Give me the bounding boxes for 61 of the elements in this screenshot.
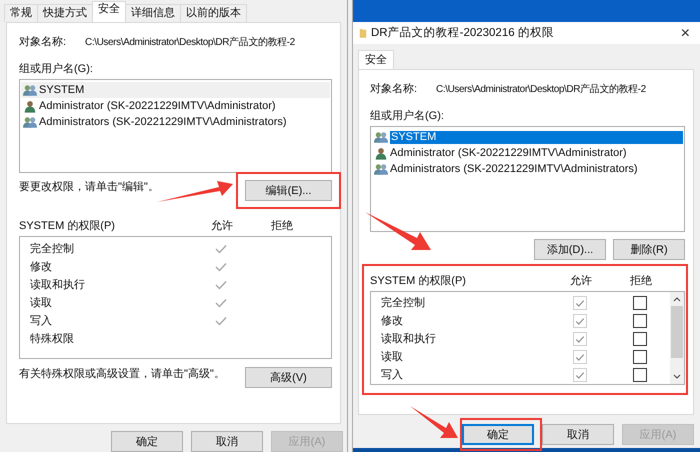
tab[interactable]: 以前的版本 <box>180 4 247 22</box>
window-title: DR产品文的教程-20230216 的权限 <box>371 26 555 40</box>
deny-checkbox[interactable] <box>633 296 647 310</box>
object-name-label: 对象名称: <box>370 83 418 96</box>
user-group-icon <box>23 116 37 128</box>
dialog-button[interactable]: 取消 <box>542 424 614 445</box>
remove-button[interactable]: 删除(R) <box>613 239 685 260</box>
dialog-button[interactable]: 取消 <box>191 431 263 452</box>
permission-name: 特殊权限 <box>30 332 75 346</box>
principal-item[interactable]: Administrators (SK-20221229IMTV\Administrators) <box>372 161 683 177</box>
permission-name: 读取和执行 <box>30 278 86 292</box>
permission-name: 修改 <box>30 260 53 274</box>
permission-name: 修改 <box>381 314 404 328</box>
object-name-label: 对象名称: <box>19 36 68 49</box>
advanced-hint: 有关特殊权限或高级设置，请单击"高级"。 <box>19 368 225 381</box>
permission-name: 完全控制 <box>30 242 75 256</box>
permission-name: 写入 <box>381 368 404 382</box>
edit-hint: 要更改权限，请单击"编辑"。 <box>19 181 159 194</box>
groups-label: 组或用户名(G): <box>370 110 445 123</box>
permission-name: 写入 <box>30 314 53 328</box>
object-path: C:\Users\Administrator\Desktop\DR产品文的教程-2 <box>436 83 646 96</box>
folder-icon <box>359 27 367 39</box>
object-path: C:\Users\Administrator\Desktop\DR产品文的教程-2 <box>85 36 295 49</box>
deny-checkbox[interactable] <box>633 314 647 328</box>
deny-header: 拒绝 <box>270 220 294 233</box>
user-group-icon <box>374 130 388 144</box>
user-group-icon <box>374 162 388 176</box>
permissions-label: SYSTEM 的权限(P) <box>370 275 467 288</box>
scrollbar[interactable] <box>670 292 684 384</box>
edit-button[interactable]: 编辑(E)... <box>245 180 332 201</box>
user-icon <box>374 146 388 160</box>
dialog-button[interactable]: 确定 <box>111 431 183 452</box>
user-group-icon <box>23 84 37 96</box>
permission-name: 读取 <box>381 350 404 364</box>
principal-item[interactable]: Administrator (SK-20221229IMTV\Administrator) <box>372 145 683 161</box>
permissions-label: SYSTEM 的权限(P) <box>19 220 116 233</box>
deny-header: 拒绝 <box>629 275 653 288</box>
permission-name: 完全控制 <box>381 296 426 310</box>
allow-header: 允许 <box>210 220 234 233</box>
allow-header: 允许 <box>569 275 593 288</box>
deny-checkbox[interactable] <box>633 350 647 364</box>
advanced-button[interactable]: 高级(V) <box>245 367 332 388</box>
tab[interactable]: 常规 <box>4 4 38 22</box>
permission-name: 读取和执行 <box>381 332 437 346</box>
groups-label: 组或用户名(G): <box>19 63 94 76</box>
scroll-up-icon[interactable] <box>673 296 681 302</box>
tab[interactable]: 安全 <box>358 50 394 69</box>
tab[interactable]: 安全 <box>92 1 126 22</box>
principal-item[interactable]: Administrator (SK-20221229IMTV\Administrator) <box>21 98 330 114</box>
add-button[interactable]: 添加(D)... <box>534 239 606 260</box>
scroll-thumb[interactable] <box>671 306 683 358</box>
deny-checkbox[interactable] <box>633 332 647 346</box>
annotation-arrow <box>363 210 433 252</box>
scroll-down-icon[interactable] <box>673 374 681 380</box>
dialog-button[interactable]: 确定 <box>462 424 534 445</box>
deny-checkbox[interactable] <box>633 368 647 382</box>
permission-name: 读取 <box>30 296 53 310</box>
principal-item[interactable]: SYSTEM <box>21 82 330 98</box>
principal-item[interactable]: Administrators (SK-20221229IMTV\Administrators) <box>21 114 330 130</box>
user-icon <box>23 100 37 112</box>
close-button[interactable]: × <box>676 26 694 40</box>
